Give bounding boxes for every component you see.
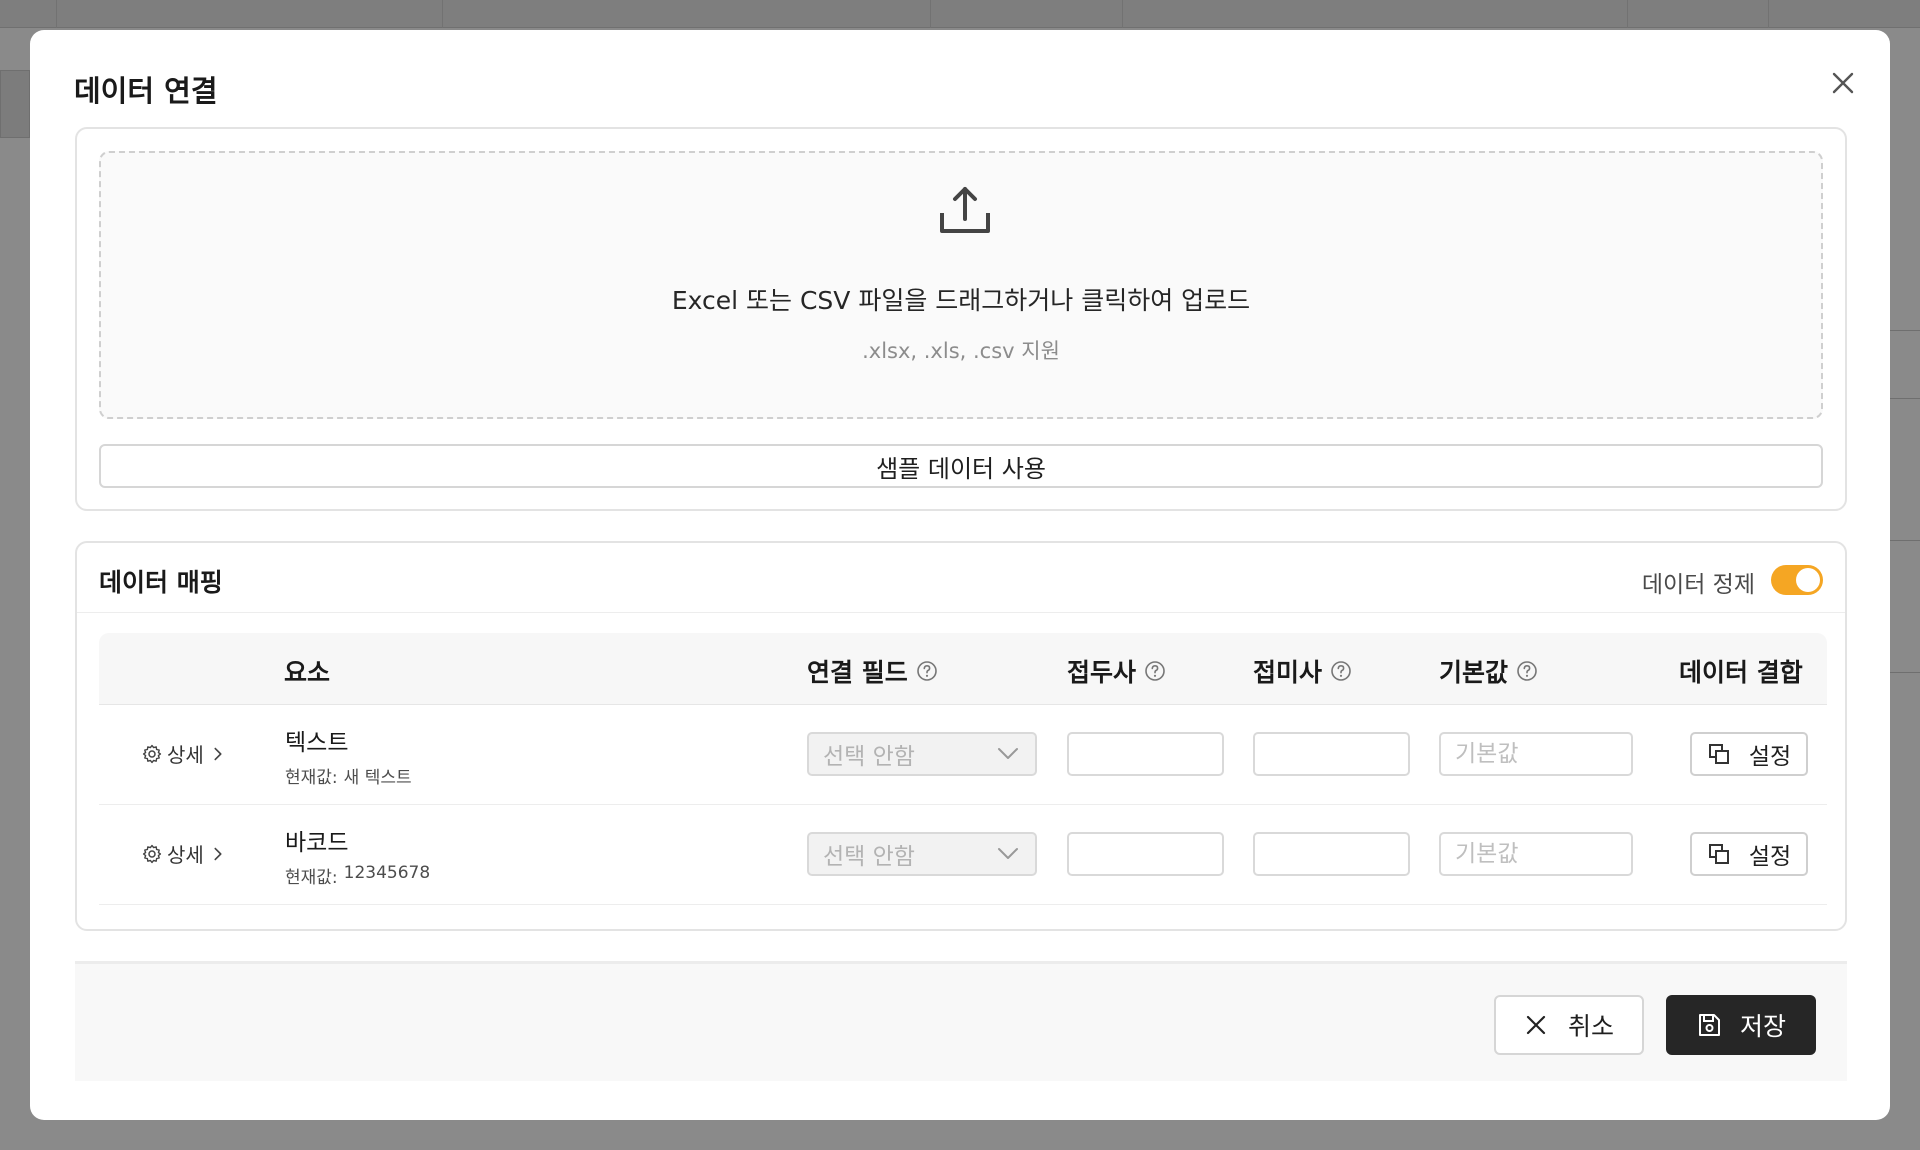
chevron-down-icon	[998, 848, 1018, 859]
help-icon[interactable]	[1144, 660, 1166, 682]
mapping-table: 요소 연결 필드 접두사 접미사 기본값 데이터 결합 상세 텍스트 현재값: …	[99, 633, 1827, 905]
modal-footer: 취소 저장	[75, 961, 1847, 1081]
prefix-input[interactable]	[1067, 732, 1224, 776]
field-select[interactable]: 선택 안함	[807, 732, 1037, 776]
table-row: 상세 텍스트 현재값: 새 텍스트 선택 안함 설정	[99, 705, 1827, 805]
copy-icon	[1708, 844, 1729, 864]
data-refine-toggle[interactable]	[1771, 565, 1823, 595]
detail-link[interactable]: 상세	[141, 739, 228, 768]
background-divider	[1890, 672, 1920, 673]
data-connection-modal: 데이터 연결 Excel 또는 CSV 파일을 드래그하거나 클릭하여 업로드 …	[30, 30, 1890, 1120]
background-divider	[1890, 540, 1920, 541]
chevron-down-icon	[998, 748, 1018, 759]
combine-settings-button[interactable]: 설정	[1690, 732, 1808, 776]
dropzone-instruction: Excel 또는 CSV 파일을 드래그하거나 클릭하여 업로드	[671, 286, 1251, 315]
gear-icon	[142, 744, 162, 763]
mapping-title: 데이터 매핑	[99, 568, 223, 597]
background-tab	[0, 70, 30, 138]
file-dropzone[interactable]: Excel 또는 CSV 파일을 드래그하거나 클릭하여 업로드 .xlsx, …	[99, 151, 1823, 419]
save-icon	[1698, 1014, 1720, 1036]
field-select[interactable]: 선택 안함	[807, 832, 1037, 876]
help-icon[interactable]	[916, 660, 938, 682]
dropzone-formats: .xlsx, .xls, .csv 지원	[862, 339, 1060, 363]
help-icon[interactable]	[1516, 660, 1538, 682]
element-current-value: 현재값: 새 텍스트	[285, 768, 412, 788]
suffix-input[interactable]	[1253, 732, 1410, 776]
chevron-right-icon	[214, 747, 222, 760]
detail-link[interactable]: 상세	[141, 839, 228, 868]
suffix-input[interactable]	[1253, 832, 1410, 876]
mapping-header: 데이터 매핑 데이터 정제	[77, 543, 1845, 613]
column-header-prefix: 접두사	[1067, 653, 1166, 689]
close-button[interactable]	[1826, 66, 1860, 100]
column-header-combine: 데이터 결합	[1679, 658, 1803, 687]
table-row: 상세 바코드 현재값: 12345678 선택 안함 설정	[99, 805, 1827, 905]
chevron-right-icon	[214, 847, 222, 860]
default-value-input[interactable]	[1439, 732, 1633, 776]
column-header-suffix: 접미사	[1253, 653, 1352, 689]
table-header: 요소 연결 필드 접두사 접미사 기본값 데이터 결합	[99, 633, 1827, 705]
toggle-knob	[1796, 568, 1820, 592]
modal-title: 데이터 연결	[74, 74, 218, 108]
use-sample-data-button[interactable]: 샘플 데이터 사용	[99, 444, 1823, 488]
default-value-input[interactable]	[1439, 832, 1633, 876]
data-mapping-card: 데이터 매핑 데이터 정제 요소 연결 필드 접두사 접미사 기본값 데이터 결…	[75, 541, 1847, 931]
save-button[interactable]: 저장	[1666, 995, 1816, 1055]
column-header-field: 연결 필드	[807, 653, 938, 689]
data-refine-label: 데이터 정제	[1641, 572, 1755, 598]
cancel-button[interactable]: 취소	[1494, 995, 1644, 1055]
prefix-input[interactable]	[1067, 832, 1224, 876]
close-icon	[1526, 1015, 1546, 1035]
element-name: 바코드	[285, 830, 349, 856]
close-icon	[1832, 72, 1854, 94]
combine-settings-button[interactable]: 설정	[1690, 832, 1808, 876]
element-name: 텍스트	[285, 730, 349, 756]
element-current-value: 현재값: 12345678	[285, 863, 431, 888]
gear-icon	[142, 844, 162, 863]
upload-icon	[940, 187, 990, 233]
help-icon[interactable]	[1330, 660, 1352, 682]
upload-card: Excel 또는 CSV 파일을 드래그하거나 클릭하여 업로드 .xlsx, …	[75, 127, 1847, 511]
background-toolbar	[0, 0, 1920, 28]
column-header-default: 기본값	[1439, 653, 1538, 689]
column-header-element: 요소	[284, 658, 331, 687]
background-divider	[1890, 398, 1920, 399]
background-divider	[1890, 330, 1920, 331]
copy-icon	[1708, 744, 1729, 764]
